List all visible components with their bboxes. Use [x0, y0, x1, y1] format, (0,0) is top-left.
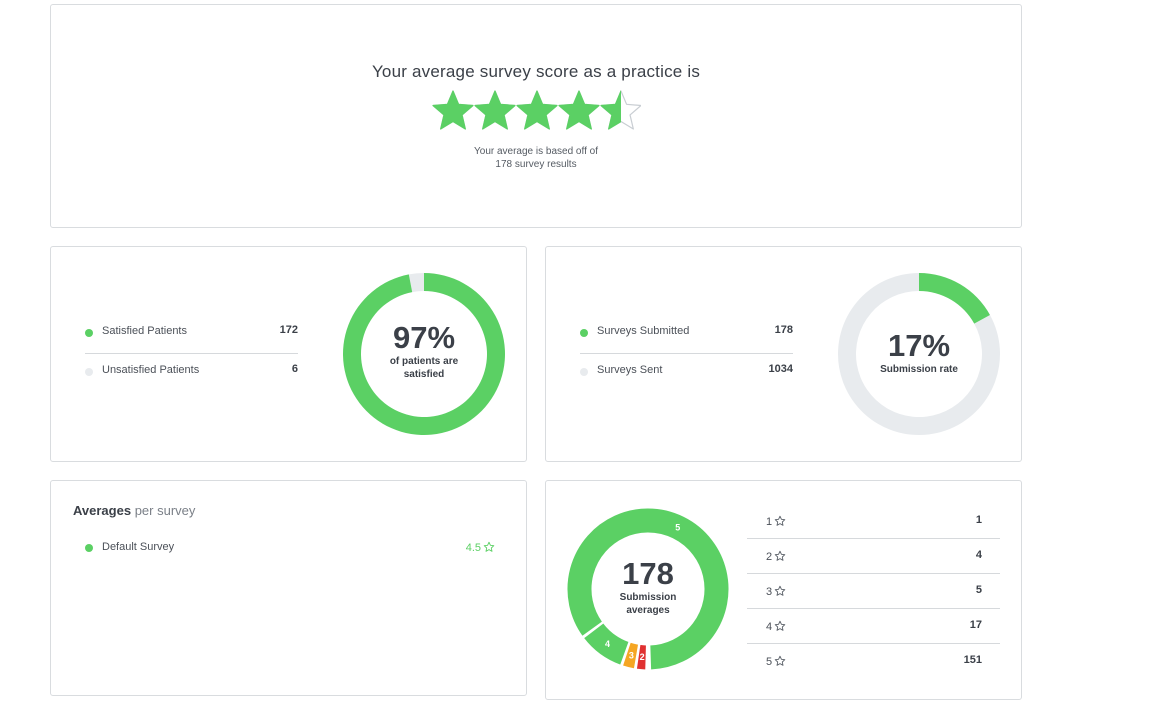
- survey-score-value: 4.5: [465, 542, 481, 554]
- satisfaction-caption-line1: of patients are: [389, 356, 459, 367]
- averages-per-survey-card: Averages per survey Default Survey 4.5: [50, 480, 527, 696]
- score-title: Your average survey score as a practice …: [371, 62, 701, 81]
- score-note-line1: Your average is based off of: [474, 146, 598, 157]
- rating-number: 4: [766, 621, 773, 633]
- legend-surveys-sent: Surveys Sent 1034: [580, 354, 793, 392]
- averages-title: Averages per survey: [73, 503, 195, 518]
- star-outline-icon: [774, 655, 786, 666]
- legend-satisfied-patients: Satisfied Patients 172: [85, 315, 298, 353]
- rating-value: 3: [766, 585, 786, 598]
- patient-satisfaction-card: Satisfied Patients 172 Unsatisfied Patie…: [50, 246, 527, 462]
- unsatisfied-dot-icon: [85, 368, 93, 376]
- rating-value: 5: [766, 655, 786, 668]
- legend-surveys-submitted: Surveys Submitted 178: [580, 315, 793, 353]
- survey-dot-icon: [85, 544, 93, 552]
- segment-label: 4: [605, 639, 610, 649]
- satisfaction-caption-line2: satisfied: [403, 369, 445, 380]
- rating-star-icon: [516, 90, 558, 130]
- rating-row-2: 24: [747, 538, 1000, 573]
- rating-value: 1: [766, 515, 786, 528]
- rating-row-3: 35: [747, 573, 1000, 608]
- rating-number: 5: [766, 656, 773, 668]
- survey-name: Default Survey: [102, 541, 175, 553]
- rating-star-icon: [432, 90, 474, 130]
- legend-label: Surveys Sent: [597, 364, 663, 376]
- rating-number: 1: [766, 516, 773, 528]
- star-outline-icon: [774, 620, 786, 631]
- submission-percent: 17%: [887, 328, 951, 363]
- star-rating: [432, 90, 641, 130]
- legend-value: 178: [774, 324, 793, 336]
- distribution-total: 178: [622, 556, 674, 591]
- score-note: Your average is based off of 178 survey …: [51, 145, 1021, 171]
- rating-count: 1: [975, 514, 982, 526]
- rating-segment-other: [647, 644, 650, 671]
- rating-star-icon: [558, 90, 600, 130]
- legend-label: Unsatisfied Patients: [102, 364, 200, 376]
- submission-caption: Submission rate: [880, 364, 958, 375]
- star-outline-icon: [483, 541, 495, 552]
- distribution-caption-line1: Submission: [619, 592, 677, 603]
- distribution-caption-line2: averages: [626, 605, 670, 616]
- rating-star-icon: [600, 90, 641, 130]
- submitted-value-arc: [919, 273, 990, 324]
- rating-number: 2: [766, 551, 773, 563]
- segment-label: 5: [675, 522, 680, 532]
- submission-rate-card: Surveys Submitted 178 Surveys Sent 1034 …: [545, 246, 1022, 462]
- star-outline-icon: [774, 515, 786, 526]
- rating-count: 4: [975, 549, 982, 561]
- legend-value: 6: [291, 363, 298, 375]
- rating-star-icon: [474, 90, 516, 130]
- distribution-donut-center: 178 Submission averages: [586, 557, 710, 617]
- rating-row-5: 5 151: [747, 643, 1000, 678]
- rating-count: 151: [963, 654, 982, 666]
- submitted-dot-icon: [580, 329, 588, 337]
- segment-label: 3: [629, 650, 634, 660]
- satisfaction-percent: 97%: [392, 320, 456, 355]
- averages-title-rest: per survey: [134, 503, 196, 518]
- legend-label: Satisfied Patients: [102, 325, 187, 337]
- legend-value: 1034: [768, 363, 793, 375]
- legend-unsatisfied-patients: Unsatisfied Patients 6: [85, 354, 298, 392]
- rating-value: 4: [766, 620, 786, 633]
- rating-row-1: 11: [747, 503, 1000, 538]
- rating-value: 2: [766, 550, 786, 563]
- satisfaction-donut-center: 97% of patients are satisfied: [362, 321, 486, 381]
- average-score-card: Your average survey score as a practice …: [50, 4, 1022, 228]
- segment-label: 2: [640, 652, 645, 662]
- rating-count: 5: [975, 584, 982, 596]
- satisfied-dot-icon: [85, 329, 93, 337]
- score-note-line2: 178 survey results: [495, 159, 577, 170]
- submission-donut-center: 17% Submission rate: [857, 329, 981, 376]
- legend-value: 172: [279, 324, 298, 336]
- star-outline-icon: [774, 585, 786, 596]
- averages-title-bold: Averages: [73, 503, 132, 518]
- legend-label: Surveys Submitted: [597, 325, 690, 337]
- rating-row-4: 4 17: [747, 608, 1000, 643]
- star-outline-icon: [774, 550, 786, 561]
- rating-number: 3: [766, 586, 773, 598]
- survey-score: 4.5: [466, 541, 495, 554]
- rating-count: 17: [969, 619, 982, 631]
- submission-averages-card: 5432 178 Submission averages 1 1 2 4 3 5 4 17 5 1…: [545, 480, 1022, 700]
- sent-dot-icon: [580, 368, 588, 376]
